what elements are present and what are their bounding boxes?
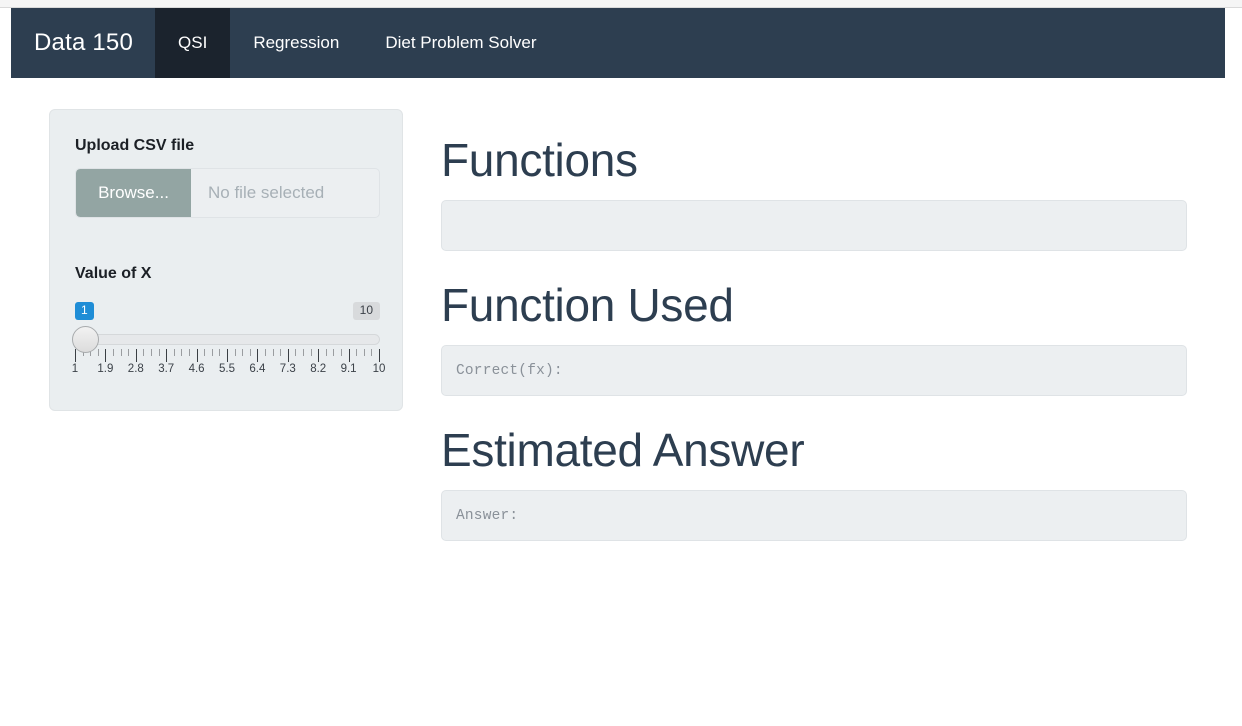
upload-csv-label: Upload CSV file (75, 137, 195, 154)
function-used-title: Function Used (441, 279, 734, 331)
estimated-answer-output-text: Answer: (456, 507, 519, 524)
slider-tick-label: 3.7 (158, 363, 175, 375)
top-strip (0, 0, 1242, 8)
slider-tick-minor (371, 349, 373, 356)
value-of-x-slider[interactable]: 1 10 1 1.9 2.8 3.7 4.6 5.5 6.4 7.3 8.2 9.1 10 (71, 296, 386, 386)
slider-tick-label: 4.6 (188, 363, 205, 375)
app-page: Data 150 QSI Regression Diet Problem Sol… (0, 0, 1242, 726)
functions-output (441, 200, 1187, 251)
slider-tick-label: 1 (71, 363, 79, 375)
slider-tick-minor (303, 349, 304, 356)
browse-button[interactable]: Browse... (76, 169, 191, 217)
slider-tick-minor (189, 349, 190, 356)
slider-tick-minor (120, 349, 122, 356)
slider-tick-minor (265, 349, 266, 356)
slider-tick-labels: 1 1.9 2.8 3.7 4.6 5.5 6.4 7.3 8.2 9.1 10 (71, 363, 386, 379)
slider-tick-minor (249, 349, 251, 356)
function-used-output: Correct(fx): (441, 345, 1187, 396)
slider-tick-label: 8.2 (310, 363, 327, 375)
file-name-display: No file selected (208, 183, 325, 202)
slider-tick-major (196, 349, 198, 362)
slider-tick-minor (158, 349, 160, 356)
nav-item-qsi[interactable]: QSI (155, 8, 231, 78)
slider-tick-minor (363, 349, 365, 356)
slider-tick-minor (341, 349, 342, 356)
slider-tick-label: 2.8 (127, 363, 144, 375)
slider-tick-minor (272, 349, 274, 356)
slider-tick-major (318, 349, 320, 362)
nav-item-diet-problem-solver[interactable]: Diet Problem Solver (362, 8, 559, 78)
slider-tick-major (105, 349, 107, 362)
function-used-output-text: Correct(fx): (456, 362, 563, 379)
estimated-answer-title: Estimated Answer (441, 424, 805, 476)
slider-tick-major (227, 349, 228, 362)
slider-tick-minor (204, 349, 206, 356)
slider-track[interactable] (75, 334, 380, 345)
slider-tick-minor (333, 349, 335, 356)
slider-tick-minor (219, 349, 221, 356)
slider-tick-label: 5.5 (219, 363, 235, 375)
slider-tick-label: 10 (372, 363, 386, 375)
slider-ticks (75, 349, 380, 363)
slider-tick-minor (151, 349, 152, 356)
slider-tick-major (75, 349, 76, 362)
slider-tick-major (166, 349, 168, 362)
slider-tick-label: 7.3 (279, 363, 296, 375)
slider-tick-minor (173, 349, 175, 356)
slider-tick-minor (143, 349, 145, 356)
slider-tick-label: 9.1 (340, 363, 357, 375)
sidebar-panel: Upload CSV file Browse... No file select… (49, 109, 403, 411)
slider-tick-minor (356, 349, 358, 356)
slider-tick-minor (325, 349, 327, 356)
slider-tick-major (379, 349, 380, 362)
slider-tick-minor (234, 349, 236, 356)
slider-max-label: 10 (352, 302, 380, 320)
slider-tick-major (135, 349, 137, 362)
value-of-x-label: Value of X (75, 265, 152, 282)
slider-tick-minor (128, 349, 130, 356)
slider-tick-major (348, 349, 350, 362)
navbar-brand[interactable]: Data 150 (11, 8, 155, 78)
slider-value-tooltip: 1 (75, 302, 94, 320)
slider-tick-major (257, 349, 259, 362)
slider-tick-minor (211, 349, 213, 356)
slider-tick-minor (295, 349, 297, 356)
slider-tick-major (287, 349, 289, 362)
estimated-answer-output: Answer: (441, 490, 1187, 541)
slider-tick-label: 1.9 (97, 363, 114, 375)
content-area: Upload CSV file Browse... No file select… (0, 78, 1242, 726)
slider-tick-minor (242, 349, 244, 356)
functions-title: Functions (441, 134, 638, 186)
slider-handle[interactable] (72, 326, 99, 353)
slider-tick-label: 6.4 (249, 363, 266, 375)
slider-tick-minor (113, 349, 114, 356)
slider-tick-minor (181, 349, 183, 356)
file-input-group[interactable]: Browse... No file selected (75, 168, 380, 218)
slider-tick-minor (280, 349, 282, 356)
slider-tick-minor (310, 349, 312, 356)
navbar: Data 150 QSI Regression Diet Problem Sol… (11, 8, 1225, 78)
slider-tick-minor (97, 349, 99, 356)
nav-item-regression[interactable]: Regression (230, 8, 362, 78)
